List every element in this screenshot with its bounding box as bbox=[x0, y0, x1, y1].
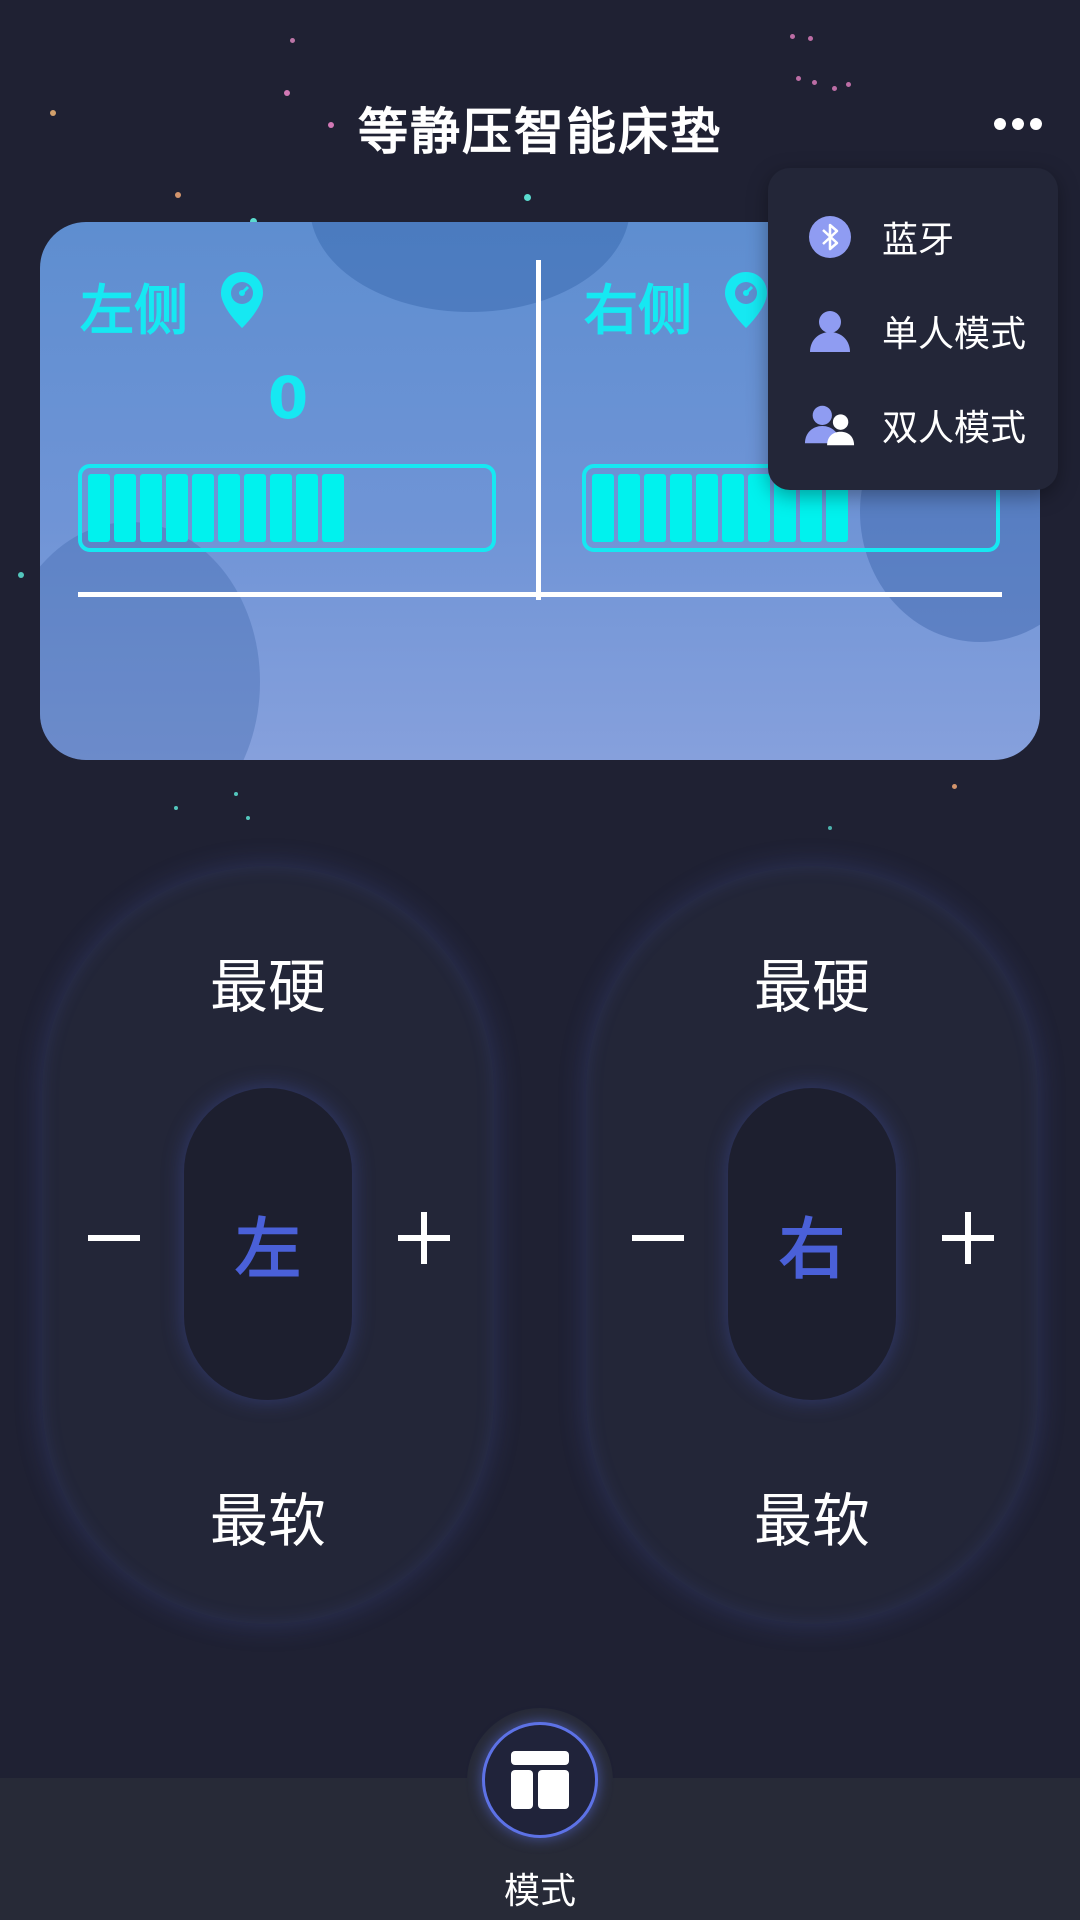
level-segment bbox=[696, 474, 718, 542]
level-segment bbox=[748, 474, 770, 542]
left-knob-button[interactable]: 左 bbox=[184, 1088, 352, 1400]
single-user-icon bbox=[804, 305, 856, 357]
page-title: 等静压智能床垫 bbox=[358, 103, 722, 161]
level-segment bbox=[270, 474, 292, 542]
menu-item-bluetooth[interactable]: 蓝牙 bbox=[768, 190, 1058, 284]
level-segment bbox=[644, 474, 666, 542]
layout-icon bbox=[511, 1751, 569, 1809]
mode-button[interactable] bbox=[482, 1722, 598, 1838]
more-dots-icon bbox=[994, 118, 1006, 130]
knob-label: 右 bbox=[779, 1211, 845, 1288]
level-segment bbox=[592, 474, 614, 542]
left-decrease-button[interactable] bbox=[84, 1208, 144, 1268]
knob-label: 左 bbox=[235, 1211, 301, 1288]
menu-item-double-mode[interactable]: 双人模式 bbox=[768, 378, 1058, 472]
firmest-label: 最硬 bbox=[209, 953, 326, 1021]
decor-blob bbox=[310, 222, 630, 312]
level-segment bbox=[618, 474, 640, 542]
level-segment bbox=[218, 474, 240, 542]
left-level-bar bbox=[78, 464, 496, 552]
level-segment bbox=[192, 474, 214, 542]
right-increase-button[interactable] bbox=[938, 1208, 998, 1268]
horizontal-divider bbox=[78, 592, 1002, 597]
level-segment bbox=[140, 474, 162, 542]
menu-item-label: 单人模式 bbox=[882, 314, 1027, 355]
level-segment bbox=[670, 474, 692, 542]
app-header: 等静压智能床垫 bbox=[0, 78, 1080, 170]
level-segment bbox=[166, 474, 188, 542]
right-side-label: 右侧 bbox=[584, 279, 692, 342]
left-side-label: 左侧 bbox=[80, 279, 188, 342]
level-segment bbox=[722, 474, 744, 542]
vertical-divider bbox=[536, 260, 541, 600]
left-pressure-value: 0 bbox=[267, 364, 309, 432]
app-screen: 等静压智能床垫 左侧 0 右侧 蓝牙 单人模式 双人模式 最硬 左 最软 最硬 … bbox=[0, 0, 1080, 1920]
level-segment bbox=[88, 474, 110, 542]
menu-item-label: 双人模式 bbox=[882, 408, 1027, 449]
firmest-label: 最硬 bbox=[753, 953, 870, 1021]
two-users-icon bbox=[804, 399, 856, 451]
more-menu-button[interactable] bbox=[994, 114, 1042, 134]
bluetooth-icon bbox=[804, 211, 856, 263]
location-pin-icon bbox=[221, 272, 263, 328]
menu-item-single-mode[interactable]: 单人模式 bbox=[768, 284, 1058, 378]
options-dropdown-menu: 蓝牙 单人模式 双人模式 bbox=[768, 168, 1058, 490]
right-decrease-button[interactable] bbox=[628, 1208, 688, 1268]
softest-label: 最软 bbox=[209, 1487, 326, 1555]
location-pin-icon bbox=[725, 272, 767, 328]
menu-item-label: 蓝牙 bbox=[882, 220, 955, 261]
decor-blob bbox=[40, 522, 260, 760]
level-segment bbox=[296, 474, 318, 542]
right-knob-button[interactable]: 右 bbox=[728, 1088, 896, 1400]
mode-label: 模式 bbox=[503, 1871, 576, 1912]
left-firmness-control: 最硬 左 最软 bbox=[42, 866, 494, 1624]
right-firmness-control: 最硬 右 最软 bbox=[586, 866, 1038, 1624]
level-segment bbox=[322, 474, 344, 542]
left-increase-button[interactable] bbox=[394, 1208, 454, 1268]
level-segment bbox=[114, 474, 136, 542]
softest-label: 最软 bbox=[753, 1487, 870, 1555]
level-segment bbox=[244, 474, 266, 542]
